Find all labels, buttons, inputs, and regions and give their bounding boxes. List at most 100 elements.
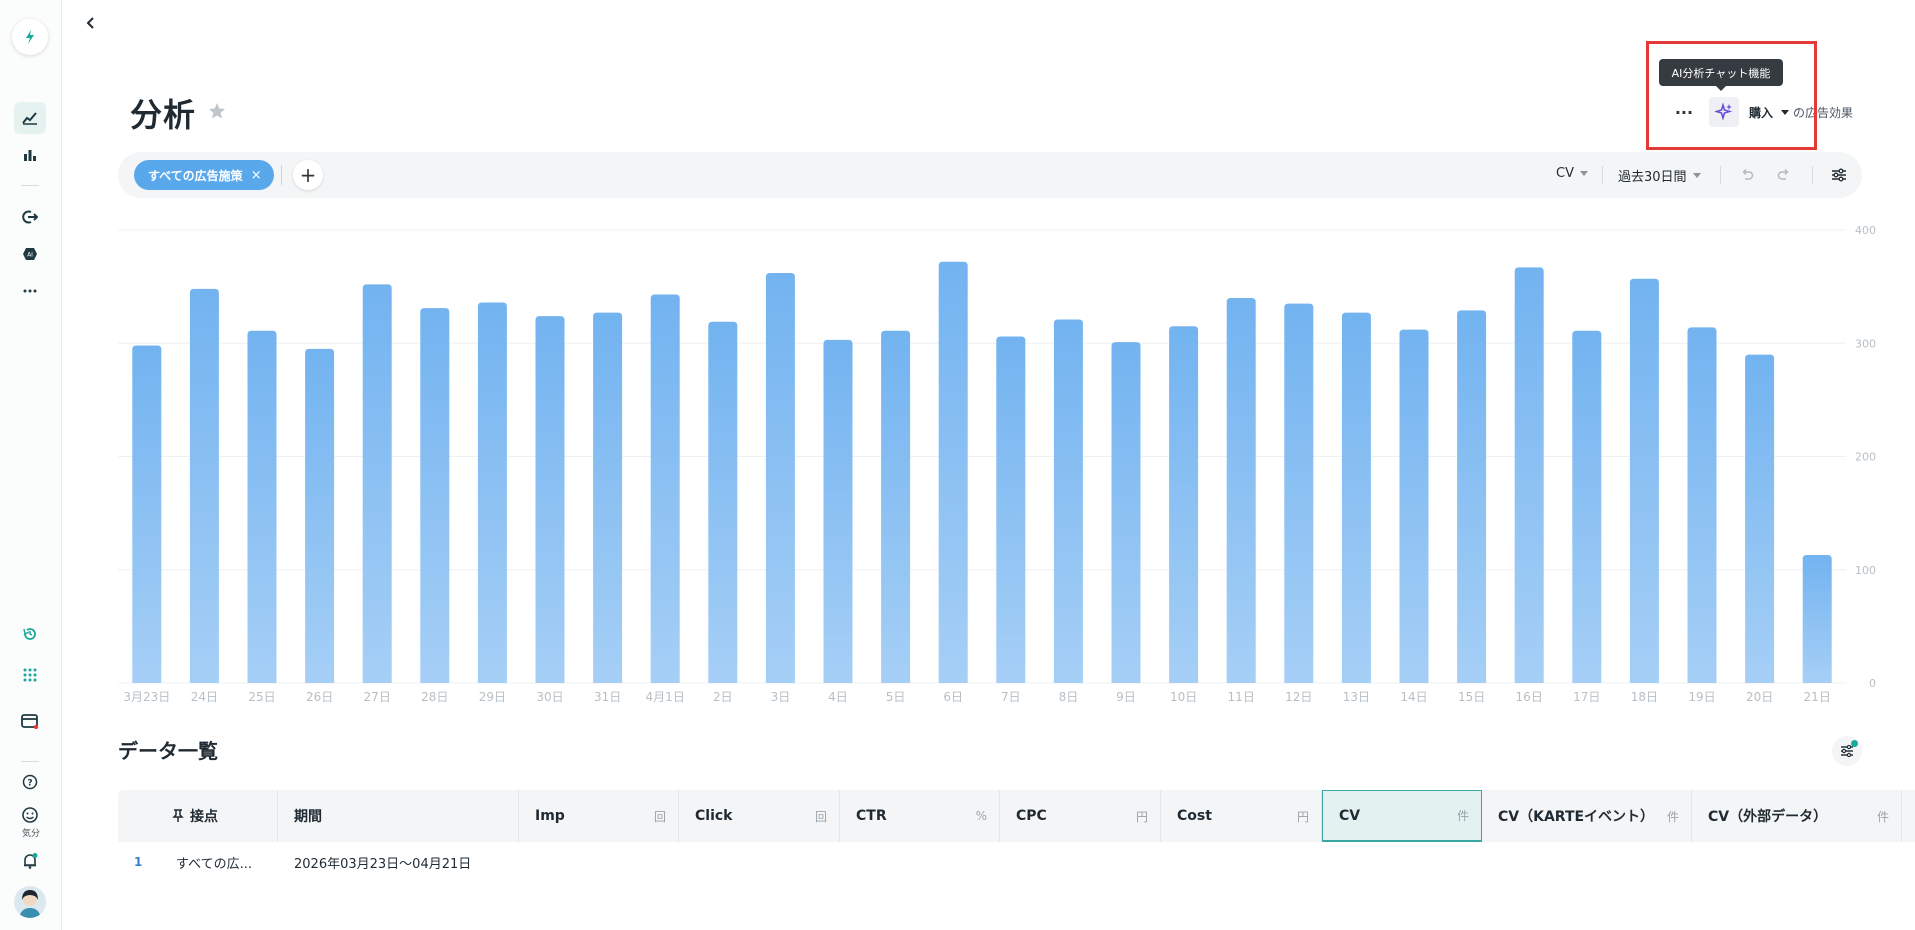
back-button[interactable] [80,12,102,34]
more-icon[interactable] [14,275,46,307]
x-tick-label: 30日 [536,690,563,704]
bar[interactable] [938,261,968,683]
column-header-click[interactable]: Click 回 [679,790,840,842]
column-header-cv-external[interactable]: CV（外部データ） 件 [1692,790,1902,842]
filter-chip[interactable]: すべての広告施策 × [134,160,274,190]
column-header-cpc[interactable]: CPC 円 [1000,790,1161,842]
bar[interactable] [1226,297,1256,683]
bar[interactable] [765,273,795,683]
x-tick-label: 24日 [191,690,218,704]
column-header-touchpoint[interactable]: 接点 [118,790,278,842]
bar[interactable] [1169,326,1199,683]
sidebar-divider [21,761,39,762]
bar[interactable] [247,330,277,683]
notification-bell-icon[interactable] [14,845,46,877]
apps-grid-icon[interactable] [14,659,46,691]
x-tick-label: 19日 [1688,690,1715,704]
sidebar: AI ? 気分 [0,0,62,930]
x-tick-label: 9日 [1116,690,1136,704]
bar[interactable] [708,321,738,683]
history-icon[interactable] [14,618,46,650]
bar[interactable] [1284,303,1314,683]
bar[interactable] [1111,342,1141,683]
data-table: 接点 期間 Imp 回 Click 回 CTR % CPC 円 Cost 円 C… [118,790,1915,882]
sliders-icon [1841,745,1853,757]
bar[interactable] [823,339,853,683]
bar[interactable] [1572,330,1602,683]
y-tick-label: 200 [1855,451,1876,464]
y-tick-label: 300 [1855,337,1876,350]
column-header-imp[interactable]: Imp 回 [519,790,679,842]
bar[interactable] [1745,354,1775,683]
favorite-star-icon[interactable] [208,102,226,124]
bar[interactable] [132,345,162,683]
highlight-annotation [1646,41,1817,150]
bar[interactable] [1053,319,1083,683]
column-header-cv[interactable]: CV 件 [1322,790,1482,842]
app-logo[interactable] [12,19,48,55]
column-header-period[interactable]: 期間 [278,790,519,842]
close-icon[interactable]: × [251,168,262,183]
bar[interactable] [189,288,219,683]
chart-settings-button[interactable] [1827,163,1851,187]
column-header-cv-karte[interactable]: CV（KARTEイベント） 件 [1482,790,1692,842]
bar[interactable] [1341,312,1371,683]
help-icon[interactable]: ? [14,766,46,798]
table-row[interactable]: 1 すべての広... 2026年03月23日〜04月21日 [118,842,1915,882]
chevron-left-icon [86,17,94,29]
metric-select-label: CV [1556,166,1574,181]
column-label: CV [1339,807,1361,824]
ai-badge-icon[interactable]: AI [14,238,46,270]
x-tick-label: 25日 [248,690,275,704]
x-tick-label: 6日 [943,690,963,704]
redo-button[interactable] [1772,163,1796,187]
column-unit: 件 [1666,809,1679,824]
table-settings-button[interactable] [1832,736,1862,766]
add-filter-button[interactable]: + [293,160,323,190]
column-header-cost[interactable]: Cost 円 [1161,790,1322,842]
undo-button[interactable] [1735,163,1759,187]
column-unit: 件 [1876,809,1889,824]
bar[interactable] [650,294,680,683]
bar[interactable] [1802,555,1832,683]
column-label: 期間 [294,809,322,825]
bar[interactable] [1399,329,1429,683]
bar[interactable] [593,312,623,683]
bar[interactable] [420,308,450,683]
bar[interactable] [1629,278,1659,683]
analytics-icon[interactable] [14,102,46,134]
redo-icon [1777,168,1789,180]
svg-text:AI: AI [27,252,33,259]
exit-icon[interactable] [14,201,46,233]
pin-icon [172,809,184,822]
column-label: 接点 [190,809,218,825]
date-range-label: 過去30日間 [1618,170,1687,185]
row-number: 1 [134,855,143,869]
column-label: Click [695,808,733,824]
date-range-select[interactable]: 過去30日間 [1618,166,1701,185]
x-tick-label: 20日 [1746,690,1773,704]
bar[interactable] [362,284,392,683]
x-tick-label: 11日 [1228,690,1255,704]
x-tick-label: 29日 [479,690,506,704]
bar[interactable] [881,330,911,683]
x-tick-label: 16日 [1516,690,1543,704]
bar[interactable] [477,302,507,683]
bar[interactable] [1514,267,1544,683]
filter-bar: すべての広告施策 × + CV 過去30日間 [118,152,1862,198]
bar[interactable] [1687,327,1717,683]
x-tick-label: 3月23日 [123,690,170,704]
bar[interactable] [305,348,335,683]
bar-chart-icon[interactable] [14,139,46,171]
avatar[interactable] [14,886,46,918]
column-header-ctr[interactable]: CTR % [840,790,1000,842]
bar[interactable] [1457,310,1487,683]
bar[interactable] [535,316,565,683]
bar[interactable] [996,336,1026,683]
x-tick-label: 7日 [1001,690,1021,704]
metric-select[interactable]: CV [1556,166,1588,181]
column-unit: 円 [1296,809,1309,824]
column-label: CV（KARTEイベント） [1498,809,1655,825]
x-tick-label: 3日 [771,690,791,704]
calendar-icon[interactable] [14,705,46,737]
